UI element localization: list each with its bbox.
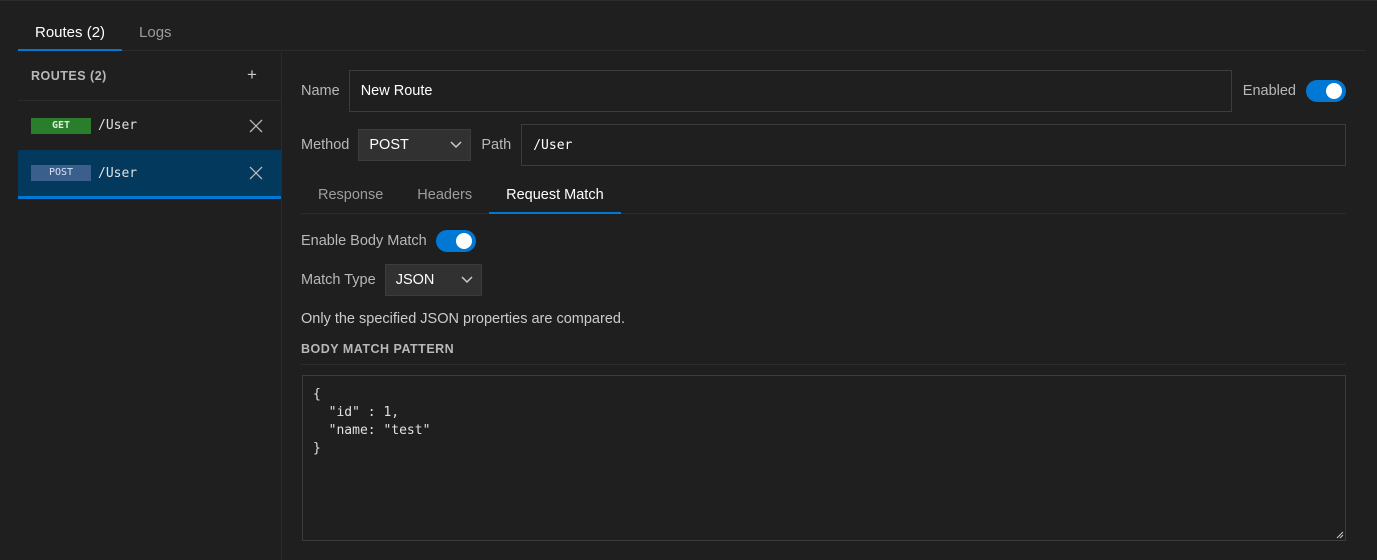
path-input[interactable] [521, 124, 1346, 166]
route-path: /User [98, 165, 138, 181]
route-item-get-user[interactable]: GET /User [18, 101, 281, 150]
body-match-row: Enable Body Match [301, 229, 476, 253]
chevron-down-icon [461, 276, 473, 284]
enabled-label: Enabled [1242, 83, 1296, 99]
route-editor: Name Enabled Method POST Path Response H… [283, 52, 1377, 560]
method-badge-get: GET [31, 117, 91, 134]
top-tabs: Routes (2) Logs [18, 15, 1366, 51]
plus-icon: + [247, 65, 257, 84]
tab-response[interactable]: Response [301, 176, 400, 214]
routes-sidebar: ROUTES (2) + GET /User POST /User [18, 52, 282, 560]
method-path-row: Method POST Path [301, 124, 1346, 166]
resize-grip-icon[interactable] [1334, 529, 1344, 539]
tab-request-match[interactable]: Request Match [489, 176, 621, 214]
match-type-select[interactable]: JSON [384, 264, 482, 296]
route-item-post-user[interactable]: POST /User [18, 150, 281, 199]
route-sub-tabs: Response Headers Request Match [301, 176, 1346, 214]
close-icon [249, 166, 263, 180]
name-row: Name Enabled [301, 70, 1346, 112]
method-select[interactable]: POST [358, 129, 472, 161]
match-hint-text: Only the specified JSON properties are c… [301, 311, 625, 327]
close-icon [249, 119, 263, 132]
sidebar-header: ROUTES (2) + [18, 52, 281, 101]
tab-logs[interactable]: Logs [122, 15, 189, 51]
name-label: Name [301, 83, 340, 99]
tab-headers[interactable]: Headers [400, 176, 489, 214]
sidebar-title: ROUTES (2) [31, 69, 107, 83]
body-match-toggle[interactable] [435, 230, 476, 252]
add-route-button[interactable]: + [240, 64, 264, 88]
match-type-label: Match Type [301, 272, 376, 288]
path-label: Path [481, 137, 512, 153]
app-frame: Routes (2) Logs ROUTES (2) + GET /User P… [0, 0, 1377, 560]
tab-routes[interactable]: Routes (2) [18, 15, 123, 51]
chevron-down-icon [450, 141, 462, 149]
route-name-input[interactable] [348, 70, 1232, 112]
remove-route-button[interactable] [249, 166, 263, 180]
match-type-value: JSON [395, 272, 435, 288]
route-path: /User [98, 118, 138, 133]
enabled-toggle[interactable] [1306, 80, 1346, 102]
enable-body-match-label: Enable Body Match [301, 233, 427, 249]
remove-route-button[interactable] [249, 119, 263, 133]
method-label: Method [301, 137, 350, 153]
method-badge-post: POST [31, 165, 91, 181]
body-match-pattern-title: BODY MATCH PATTERN [301, 342, 1346, 365]
match-type-row: Match Type JSON [301, 264, 482, 296]
method-select-value: POST [369, 137, 409, 153]
body-match-pattern-editor[interactable]: { "id" : 1, "name: "test" } [302, 375, 1346, 541]
